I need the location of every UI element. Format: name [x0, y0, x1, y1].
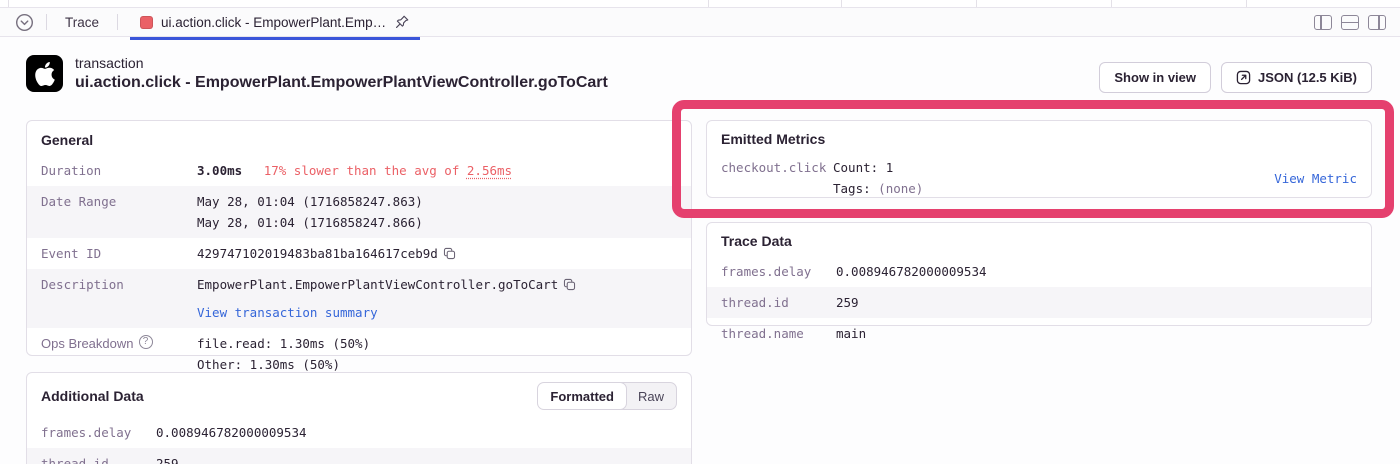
general-heading: General: [41, 132, 677, 148]
copy-icon[interactable]: [443, 247, 456, 260]
date-range-start: May 28, 01:04 (1716858247.863): [197, 191, 423, 212]
table-row: frames.delay 0.008946782000009534: [27, 417, 691, 448]
trace-data-section: Trace Data frames.delay 0.00894678200000…: [706, 222, 1372, 326]
additional-data-heading: Additional Data: [41, 388, 144, 404]
external-link-icon: [1236, 70, 1251, 85]
formatted-toggle-option[interactable]: Formatted: [537, 382, 627, 410]
tab-divider: [117, 14, 118, 30]
trace-detail-panel: Trace ui.action.click - EmpowerPlant.Emp…: [0, 0, 1400, 464]
help-question-icon[interactable]: ?: [139, 335, 153, 349]
transaction-header: transaction ui.action.click - EmpowerPla…: [26, 55, 608, 92]
row-key: Ops Breakdown?: [41, 333, 197, 375]
json-button-label: JSON (12.5 KiB): [1258, 70, 1357, 85]
json-download-button[interactable]: JSON (12.5 KiB): [1221, 62, 1372, 93]
table-row: frames.delay 0.008946782000009534: [707, 256, 1371, 287]
additional-data-section: Additional Data Formatted Raw frames.del…: [26, 372, 692, 464]
header-actions: Show in view JSON (12.5 KiB): [1099, 62, 1372, 93]
page-title: ui.action.click - EmpowerPlant.EmpowerPl…: [75, 74, 608, 92]
row-duration: Duration 3.00ms 17% slower than the avg …: [27, 155, 691, 186]
trace-drawer-tabbar: Trace ui.action.click - EmpowerPlant.Emp…: [0, 8, 1400, 37]
drawer-layout-toggles: [1314, 8, 1386, 36]
row-description: Description EmpowerPlant.EmpowerPlantVie…: [27, 269, 691, 328]
row-key: Description: [41, 274, 197, 323]
row-value: main: [836, 323, 866, 344]
event-id-value: 429747102019483ba81ba164617ceb9d: [197, 246, 438, 261]
emitted-metrics-heading: Emitted Metrics: [721, 131, 1357, 147]
active-tab-label: ui.action.click - EmpowerPlant.Emp…: [161, 15, 386, 30]
row-key: thread.name: [721, 323, 836, 344]
row-key: frames.delay: [41, 422, 156, 443]
general-section: General Duration 3.00ms 17% slower than …: [26, 120, 692, 356]
row-value: 259: [156, 453, 179, 464]
layout-bottom-panel-icon[interactable]: [1341, 15, 1359, 30]
view-metric-link[interactable]: View Metric: [1274, 168, 1357, 189]
apple-platform-icon: [26, 55, 63, 92]
row-value: 0.008946782000009534: [836, 261, 987, 282]
row-value: 259: [836, 292, 859, 313]
row-key: thread.id: [41, 453, 156, 464]
row-key: Event ID: [41, 243, 197, 264]
tab-divider: [46, 14, 47, 30]
row-date-range: Date Range May 28, 01:04 (1716858247.863…: [27, 186, 691, 238]
chevron-down-circle-icon: [15, 13, 34, 32]
duration-slower-note: 17% slower than the avg of 2.56ms: [264, 163, 512, 178]
trace-data-heading: Trace Data: [721, 233, 1357, 249]
view-transaction-summary-link[interactable]: View transaction summary: [197, 305, 378, 320]
layout-left-panel-icon[interactable]: [1314, 15, 1332, 30]
date-range-end: May 28, 01:04 (1716858247.866): [197, 212, 423, 233]
collapse-drawer-button[interactable]: [14, 12, 34, 32]
tab-transaction-active[interactable]: ui.action.click - EmpowerPlant.Emp…: [130, 8, 420, 36]
row-value: 0.008946782000009534: [156, 422, 307, 443]
table-row: thread.id 259: [707, 287, 1371, 318]
description-value: EmpowerPlant.EmpowerPlantViewController.…: [197, 277, 558, 292]
pin-icon[interactable]: [394, 14, 410, 30]
ops-breakdown-file-read: file.read: 1.30ms (50%): [197, 333, 370, 354]
row-key: thread.id: [721, 292, 836, 313]
table-row: thread.name main: [707, 318, 1371, 349]
metric-tags: Tags: (none): [833, 178, 923, 199]
metric-count: Count: 1: [833, 157, 923, 178]
layout-right-panel-icon[interactable]: [1368, 15, 1386, 30]
metric-row: checkout.click Count: 1 Tags: (none) Vie…: [707, 154, 1371, 202]
format-toggle: Formatted Raw: [537, 382, 677, 410]
duration-value: 3.00ms: [197, 163, 242, 178]
transaction-color-swatch-icon: [140, 16, 153, 29]
row-key: Date Range: [41, 191, 197, 233]
tab-trace[interactable]: Trace: [59, 15, 105, 30]
row-key: frames.delay: [721, 261, 836, 282]
raw-toggle-option[interactable]: Raw: [626, 383, 676, 409]
event-type-label: transaction: [75, 55, 608, 71]
row-key: Duration: [41, 160, 197, 181]
table-row: thread.id 259: [27, 448, 691, 464]
emitted-metrics-section: Emitted Metrics checkout.click Count: 1 …: [706, 120, 1372, 198]
clipped-table-edge: [0, 0, 1400, 8]
avg-duration-value[interactable]: 2.56ms: [467, 163, 512, 178]
show-in-view-label: Show in view: [1114, 70, 1196, 85]
copy-icon[interactable]: [563, 278, 576, 291]
metric-name: checkout.click: [721, 157, 833, 178]
show-in-view-button[interactable]: Show in view: [1099, 62, 1211, 93]
row-event-id: Event ID 429747102019483ba81ba164617ceb9…: [27, 238, 691, 269]
